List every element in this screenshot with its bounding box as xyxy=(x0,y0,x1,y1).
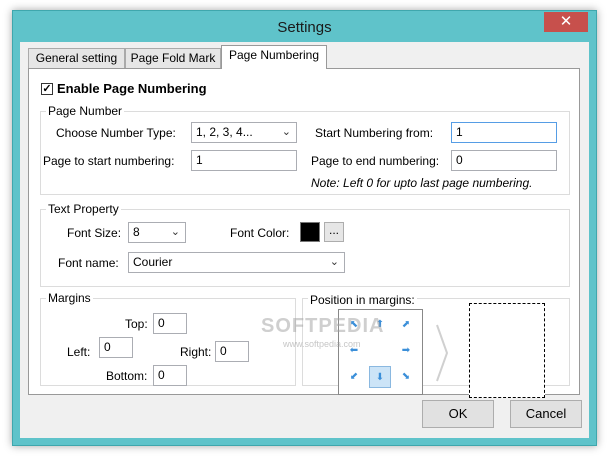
font-name-select[interactable]: Courier ⌄ xyxy=(128,252,345,273)
settings-window: Settings ✕ General setting Page Fold Mar… xyxy=(12,10,597,446)
margin-right-input[interactable]: 0 xyxy=(215,341,249,362)
number-type-value: 1, 2, 3, 4... xyxy=(196,125,253,139)
text-property-group: Text Property Font Size: 8 ⌄ Font Color:… xyxy=(40,202,570,287)
enable-page-numbering-label[interactable]: Enable Page Numbering xyxy=(57,81,207,96)
arrow-down-right-icon[interactable]: ⬊ xyxy=(395,366,417,388)
font-name-label: Font name: xyxy=(58,256,119,270)
font-color-picker-button[interactable]: ... xyxy=(324,222,344,242)
page-numbering-panel: ✓ Enable Page Numbering Page Number Choo… xyxy=(28,68,580,398)
chevron-right-icon xyxy=(436,324,449,382)
number-type-label: Choose Number Type: xyxy=(56,126,176,140)
page-preview xyxy=(469,303,545,398)
text-property-group-title: Text Property xyxy=(46,202,121,216)
page-start-label: Page to start numbering: xyxy=(43,154,175,168)
title-bar[interactable]: Settings ✕ xyxy=(13,11,596,43)
watermark-url: www.softpedia.com xyxy=(283,339,361,349)
margin-right-label: Right: xyxy=(180,345,212,359)
dialog-client: General setting Page Fold Mark Page Numb… xyxy=(20,42,589,438)
position-label: Position in margins: xyxy=(308,293,417,307)
margin-top-input[interactable]: 0 xyxy=(153,313,187,334)
start-numbering-from-label: Start Numbering from: xyxy=(315,126,434,140)
close-button[interactable]: ✕ xyxy=(544,12,588,32)
margin-top-label: Top: xyxy=(125,317,148,331)
window-title: Settings xyxy=(277,19,332,36)
watermark: SOFTPEDIA xyxy=(261,315,385,337)
font-color-swatch[interactable] xyxy=(300,222,320,242)
margin-left-input[interactable]: 0 xyxy=(99,337,133,358)
page-number-group-title: Page Number xyxy=(46,104,125,118)
font-color-label: Font Color: xyxy=(230,226,290,240)
page-number-group: Page Number Choose Number Type: 1, 2, 3,… xyxy=(40,104,570,195)
margin-left-label: Left: xyxy=(67,345,91,359)
margins-group: Margins Top: 0 Left: 0 Right: 0 Bottom: … xyxy=(40,291,296,386)
start-numbering-from-input[interactable]: 1 xyxy=(451,122,557,143)
number-type-select[interactable]: 1, 2, 3, 4... ⌄ xyxy=(191,122,297,143)
margin-bottom-input[interactable]: 0 xyxy=(153,365,187,386)
arrow-down-left-icon[interactable]: ⬋ xyxy=(343,366,365,388)
tab-general-setting[interactable]: General setting xyxy=(28,48,125,68)
tab-page-numbering[interactable]: Page Numbering xyxy=(221,45,327,69)
enable-page-numbering-checkbox[interactable]: ✓ xyxy=(41,83,53,95)
ok-button[interactable]: OK xyxy=(422,400,494,428)
chevron-down-icon: ⌄ xyxy=(281,126,291,138)
font-name-value: Courier xyxy=(133,255,173,269)
arrow-right-icon[interactable]: ➡ xyxy=(395,340,417,362)
page-start-input[interactable]: 1 xyxy=(191,150,297,171)
arrow-up-right-icon[interactable]: ⬈ xyxy=(395,314,417,336)
tab-page-fold-mark[interactable]: Page Fold Mark xyxy=(125,48,221,68)
margins-group-title: Margins xyxy=(46,291,93,305)
page-end-label: Page to end numbering: xyxy=(311,154,440,168)
page-end-note: Note: Left 0 for upto last page numberin… xyxy=(311,176,533,190)
chevron-down-icon: ⌄ xyxy=(329,256,339,268)
chevron-down-icon: ⌄ xyxy=(170,226,180,238)
arrow-down-icon[interactable]: ⬇ xyxy=(369,366,391,388)
page-end-input[interactable]: 0 xyxy=(451,150,557,171)
cancel-button[interactable]: Cancel xyxy=(510,400,582,428)
font-size-select[interactable]: 8 ⌄ xyxy=(128,222,186,243)
margin-bottom-label: Bottom: xyxy=(106,369,148,383)
font-size-value: 8 xyxy=(133,225,140,239)
font-size-label: Font Size: xyxy=(67,226,122,240)
